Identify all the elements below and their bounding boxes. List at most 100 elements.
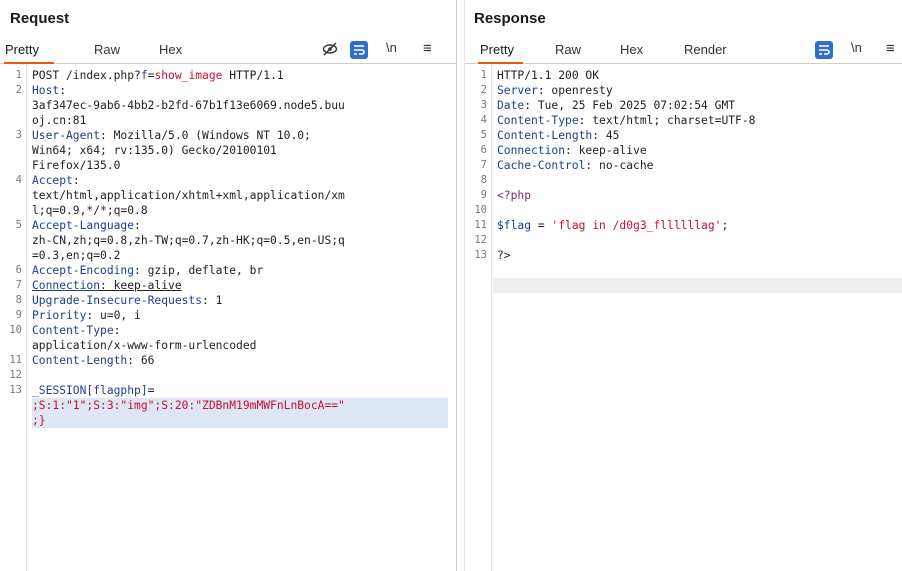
menu-icon[interactable]: ≡ [423,40,432,57]
code-token: Accept-Language [32,219,135,232]
code-line[interactable] [497,173,894,188]
code-token: _SESSION[flagphp] [32,384,148,397]
line-number: 1 [15,69,22,81]
code-line[interactable]: POST /index.php?f=show_image HTTP/1.1 [32,68,448,83]
hide-nonprintable-icon[interactable] [321,40,339,58]
word-wrap-icon[interactable] [815,41,833,59]
code-line[interactable]: Date: Tue, 25 Feb 2025 07:02:54 GMT [497,98,894,113]
code-line[interactable]: <?php [497,188,894,203]
code-line[interactable]: ;} [32,413,448,428]
code-line[interactable]: Host: [32,83,448,98]
word-wrap-icon[interactable] [350,41,368,59]
tab-request-hex[interactable]: Hex [159,42,182,57]
code-token: Connection [497,144,566,157]
code-line[interactable]: Content-Type: [32,323,448,338]
code-line[interactable]: Connection: keep-alive [497,143,894,158]
code-line[interactable]: $flag = 'flag in /d0g3_fllllllag'; [497,218,894,233]
code-line[interactable]: Accept-Language: [32,218,448,233]
tab-response-raw[interactable]: Raw [555,42,581,57]
code-line[interactable]: application/x-www-form-urlencoded [32,338,448,353]
tab-request-raw[interactable]: Raw [94,42,120,57]
code-line[interactable] [32,368,448,383]
code-line[interactable]: _SESSION[flagphp]= [32,383,448,398]
code-line[interactable]: Content-Length: 66 [32,353,448,368]
code-line[interactable]: zh-CN,zh;q=0.8,zh-TW;q=0.7,zh-HK;q=0.5,e… [32,233,448,248]
code-token: ; [721,219,729,232]
code-line[interactable]: Accept: [32,173,448,188]
code-token: l;q=0.9,*/*;q=0.8 [32,204,148,217]
code-line[interactable]: oj.cn:81 [32,113,448,128]
code-token: 'flag in /d0g3_fllllllag' [551,219,722,232]
request-pane: Request Pretty Raw Hex \n ≡ 1 2 3 4 5 6 7 8 9 10 1… [0,0,456,571]
code-token: : [59,84,67,97]
code-token: = [147,384,155,397]
code-line[interactable]: =0.3,en;q=0.2 [32,248,448,263]
code-line[interactable]: Server: openresty [497,83,894,98]
line-number: 9 [15,309,22,321]
code-line[interactable]: Upgrade-Insecure-Requests: 1 [32,293,448,308]
line-number: 9 [480,189,487,201]
code-line[interactable]: Win64; x64; rv:135.0) Gecko/20100101 [32,143,448,158]
line-number: 13 [9,384,22,396]
code-token: : 45 [592,129,620,142]
code-token: HTTP/1.1 200 OK [497,69,600,82]
code-line[interactable]: 3af347ec-9ab6-4bb2-b2fd-67b1f13e6069.nod… [32,98,448,113]
code-token: : gzip, deflate, br [134,264,264,277]
line-number: 5 [15,219,22,231]
response-editor[interactable]: 1 2 3 4 5 6 7 8 9 10 11 12 13 HTTP/1.1 200 OK Server:… [465,65,902,571]
code-token: : text/html; charset=UTF-8 [578,114,756,127]
code-token: Firefox/135.0 [32,159,121,172]
newline-toggle-button[interactable]: \n [386,40,397,55]
tab-response-pretty[interactable]: Pretty [480,42,514,57]
code-token: $flag [497,219,532,232]
code-token: HTTP/1.1 [222,69,284,82]
newline-toggle-button[interactable]: \n [851,40,862,55]
code-token: 3af347ec-9ab6-4bb2-b2fd-67b1f13e6069.nod… [32,99,345,112]
code-token: Connection [32,279,101,292]
code-token: User-Agent [32,129,101,142]
code-line[interactable]: l;q=0.9,*/*;q=0.8 [32,203,448,218]
tab-response-render[interactable]: Render [684,42,727,57]
code-line[interactable]: ;S:1:"1";S:3:"img";S:20:"ZDBnM19mMWFnLnB… [32,398,448,413]
code-line[interactable]: Cache-Control: no-cache [497,158,894,173]
current-line-highlight [493,278,902,293]
code-token: Content-Length [32,354,128,367]
code-token: Priority [32,309,87,322]
active-tab-indicator [478,62,523,64]
pane-divider[interactable] [456,0,457,571]
response-code[interactable]: HTTP/1.1 200 OK Server: openresty Date: Tu… [497,68,894,263]
code-line[interactable]: Content-Length: 45 [497,128,894,143]
code-line[interactable]: ?> [497,248,894,263]
line-number: 13 [474,249,487,261]
code-line[interactable] [497,203,894,218]
code-token: Accept-Encoding [32,264,135,277]
line-number: 2 [480,84,487,96]
code-token: : keep-alive [565,144,647,157]
line-number: 11 [474,219,487,231]
line-number: 10 [9,324,22,336]
line-number: 4 [15,174,22,186]
code-line[interactable]: Firefox/135.0 [32,158,448,173]
code-line[interactable]: User-Agent: Mozilla/5.0 (Windows NT 10.0… [32,128,448,143]
request-title: Request [10,10,70,27]
code-token: Content-Type [32,324,114,337]
code-line[interactable]: HTTP/1.1 200 OK [497,68,894,83]
code-line[interactable] [497,233,894,248]
request-code[interactable]: POST /index.php?f=show_image HTTP/1.1 Hos… [32,68,448,428]
code-token: f [140,69,148,82]
code-line[interactable]: text/html,application/xhtml+xml,applicat… [32,188,448,203]
code-token: text/html,application/xhtml+xml,applicat… [32,189,345,202]
line-number: 4 [480,114,487,126]
code-line[interactable]: Priority: u=0, i [32,308,448,323]
code-token: Date [497,99,525,112]
line-number: 6 [15,264,22,276]
code-line[interactable]: Content-Type: text/html; charset=UTF-8 [497,113,894,128]
tab-response-hex[interactable]: Hex [620,42,643,57]
code-line[interactable]: Connection: keep-alive [32,278,448,293]
request-editor[interactable]: 1 2 3 4 5 6 7 8 9 10 11 12 13 POST /index.php?f=show… [0,65,456,571]
code-line[interactable]: Accept-Encoding: gzip, deflate, br [32,263,448,278]
code-token: Content-Type [497,114,579,127]
menu-icon[interactable]: ≡ [886,40,895,57]
tab-request-pretty[interactable]: Pretty [5,42,39,57]
line-number: 10 [474,204,487,216]
